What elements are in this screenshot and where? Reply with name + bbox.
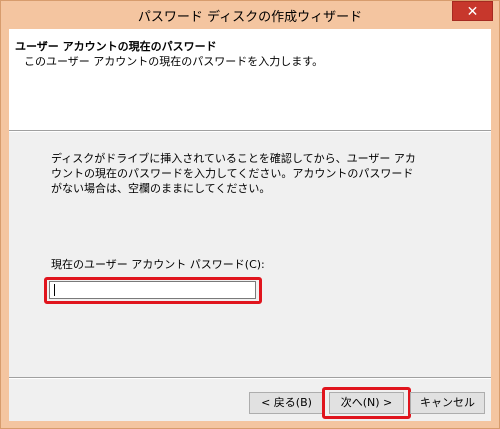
wizard-header: ユーザー アカウントの現在のパスワード このユーザー アカウントの現在のパスワー… [9, 29, 491, 130]
header-subtitle: このユーザー アカウントの現在のパスワードを入力します。 [24, 55, 324, 68]
header-title: ユーザー アカウントの現在のパスワード [15, 40, 217, 53]
header-divider-highlight [9, 131, 491, 132]
cancel-button[interactable]: キャンセル [410, 392, 485, 414]
back-button[interactable]: < 戻る(B) [249, 392, 324, 414]
text-caret [54, 284, 55, 296]
window-title: パスワード ディスクの作成ウィザード [137, 10, 363, 25]
password-input[interactable] [49, 281, 256, 299]
instruction-text: ディスクがドライブに挿入されていることを確認してから、ユーザー アカウントの現在… [51, 152, 416, 195]
password-label: 現在のユーザー アカウント パスワード(C): [51, 258, 265, 271]
close-icon: ✕ [466, 4, 479, 20]
footer-divider-highlight [9, 378, 491, 379]
next-button[interactable]: 次へ(N) > [329, 392, 404, 414]
close-button[interactable]: ✕ [452, 1, 493, 21]
wizard-window: パスワード ディスクの作成ウィザード ✕ ユーザー アカウントの現在のパスワード… [0, 0, 500, 429]
wizard-client-area: ユーザー アカウントの現在のパスワード このユーザー アカウントの現在のパスワー… [9, 29, 491, 421]
title-bar[interactable]: パスワード ディスクの作成ウィザード ✕ [1, 1, 499, 29]
